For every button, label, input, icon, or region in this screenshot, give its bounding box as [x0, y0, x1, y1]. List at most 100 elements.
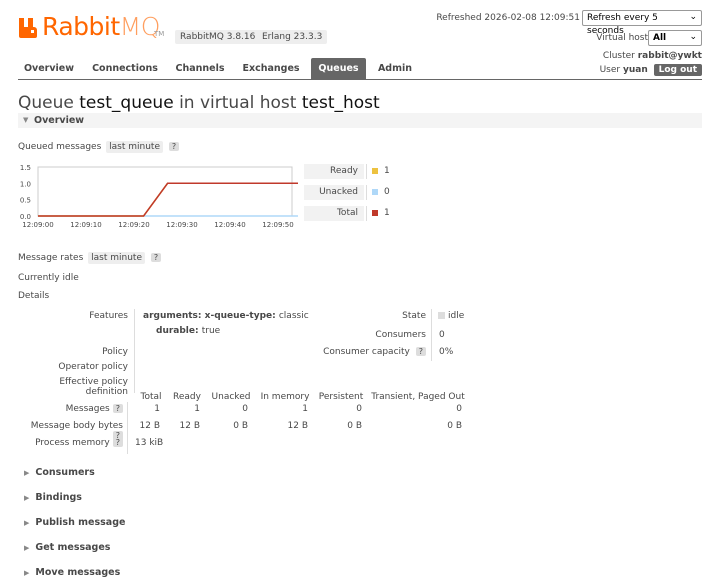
effective-policy-label: Effective policy definition: [59, 377, 128, 397]
rates-range-button[interactable]: last minute: [88, 252, 145, 264]
queued-messages-label: Queued messages: [18, 142, 102, 152]
row-label-messages: Messages?: [18, 404, 123, 414]
y-tick-label: 0.5: [20, 197, 31, 205]
consumer-capacity-text: Consumer capacity: [323, 347, 410, 357]
title-prefix: Queue: [18, 93, 74, 113]
rabbitmq-logo-icon: [19, 18, 37, 38]
triangle-right-icon: ▶: [24, 544, 30, 552]
features-durable: durable: true: [156, 326, 220, 336]
plot-area: [37, 166, 293, 217]
rabbitmq-version: RabbitMQ 3.8.16: [175, 30, 261, 44]
col-in-memory: In memory: [260, 392, 310, 402]
legend-name: Unacked: [304, 185, 364, 200]
triangle-right-icon: ▶: [24, 494, 30, 502]
state-text: idle: [448, 311, 465, 321]
y-tick-label: 0.0: [20, 213, 31, 221]
cell-value: 0: [356, 404, 362, 414]
features-label: Features: [89, 311, 128, 321]
legend-name: Total: [304, 206, 364, 221]
tab-admin[interactable]: Admin: [374, 58, 416, 79]
main-nav: Overview Connections Channels Exchanges …: [18, 58, 702, 80]
currently-idle: Currently idle: [18, 273, 79, 283]
features-arguments: arguments: x-queue-type: classic: [143, 311, 309, 321]
cell-value: 0: [242, 404, 248, 414]
cell-value: 1: [154, 404, 160, 414]
overview-section-toggle[interactable]: ▼ Overview: [18, 113, 702, 128]
consumer-capacity-value: 0%: [439, 347, 454, 357]
overview-section-title: Overview: [34, 115, 85, 126]
cell-value: 12 B: [179, 421, 201, 431]
brand-rabbit: Rabbit: [42, 12, 120, 41]
arguments-value: classic: [278, 311, 309, 321]
capacity-help-button[interactable]: ?: [415, 347, 426, 356]
title-middle: in virtual host: [179, 93, 297, 113]
x-tick-label: 12:09:50: [262, 221, 293, 229]
virtual-host-label: Virtual host: [596, 33, 648, 43]
legend-swatch: [372, 210, 378, 216]
durable-key: durable:: [156, 326, 199, 336]
message-rates-heading: Message rates last minute ?: [18, 252, 162, 264]
consumers-value: 0: [439, 330, 445, 340]
triangle-down-icon: ▼: [23, 116, 29, 124]
legend-value: 1: [384, 166, 390, 176]
rates-help-button[interactable]: ?: [150, 253, 162, 262]
messages-help-button[interactable]: ?: [112, 404, 123, 413]
chevron-down-icon: ⌄: [689, 12, 697, 22]
cell-value: 0 B: [447, 421, 462, 431]
state-label: State: [402, 311, 426, 321]
policy-label: Policy: [102, 347, 128, 357]
legend-swatch: [372, 168, 378, 174]
section-publish-message[interactable]: ▶ Publish message: [24, 517, 125, 528]
tab-exchanges[interactable]: Exchanges: [240, 58, 302, 79]
queued-range-button[interactable]: last minute: [106, 141, 163, 153]
y-tick-label: 1.5: [20, 164, 31, 172]
col-persistent: Persistent: [318, 392, 364, 402]
arguments-key: arguments:: [143, 311, 202, 321]
legend-row-ready: Ready 1: [304, 164, 404, 179]
cell-value: 1: [302, 404, 308, 414]
queued-legend: Ready 1 Unacked 0 Total 1: [304, 164, 404, 224]
details-heading: Details: [18, 291, 50, 301]
message-rates-label: Message rates: [18, 253, 84, 263]
queue-name: test_queue: [79, 93, 174, 113]
triangle-right-icon: ▶: [24, 519, 30, 527]
virtual-host-select[interactable]: All ⌄: [648, 30, 702, 46]
legend-row-total: Total 1: [304, 206, 404, 221]
idle-square-icon: [438, 312, 445, 319]
col-total: Total: [140, 392, 162, 402]
y-tick-label: 1.0: [20, 180, 31, 188]
queued-messages-chart: 0.0 0.5 1.0 1.5 12:09:00 12:09:10 12:09:20 12:0…: [20, 164, 298, 229]
consumer-capacity-label: Consumer capacity ?: [300, 347, 426, 357]
cell-value: 0 B: [233, 421, 248, 431]
section-consumers[interactable]: ▶ Consumers: [24, 467, 95, 478]
tab-connections[interactable]: Connections: [90, 58, 160, 79]
x-tick-label: 12:09:40: [214, 221, 245, 229]
tab-overview[interactable]: Overview: [18, 58, 80, 79]
rabbitmq-logo[interactable]: RabbitMQ TM: [18, 12, 178, 44]
triangle-right-icon: ▶: [24, 469, 30, 477]
operator-policy-label: Operator policy: [58, 362, 128, 372]
queued-help-button[interactable]: ?: [168, 142, 180, 151]
section-move-messages[interactable]: ▶ Move messages: [24, 567, 120, 578]
tab-channels[interactable]: Channels: [172, 58, 228, 79]
cell-value: 0 B: [347, 421, 362, 431]
col-ready: Ready: [173, 392, 201, 402]
vhost-name: test_host: [301, 93, 380, 113]
cell-value: 12 B: [287, 421, 309, 431]
cell-value: 1: [194, 404, 200, 414]
arguments-subkey: x-queue-type:: [204, 311, 276, 321]
cell-value: 13 kiB: [135, 438, 164, 448]
refresh-interval-select[interactable]: Refresh every 5 seconds ⌄: [582, 10, 702, 36]
tab-queues[interactable]: Queues: [311, 58, 366, 79]
section-bindings[interactable]: ▶ Bindings: [24, 492, 82, 503]
x-tick-label: 12:09:20: [118, 221, 149, 229]
section-get-messages[interactable]: ▶ Get messages: [24, 542, 110, 553]
memory-help-button[interactable]: ?: [112, 438, 123, 447]
chevron-down-icon: ⌄: [689, 32, 697, 42]
cell-value: 12 B: [139, 421, 161, 431]
col-transient: Transient, Paged Out: [371, 392, 465, 402]
queued-messages-heading: Queued messages last minute ?: [18, 141, 180, 153]
x-tick-label: 12:09:10: [70, 221, 101, 229]
triangle-right-icon: ▶: [24, 569, 30, 577]
x-tick-label: 12:09:30: [166, 221, 197, 229]
